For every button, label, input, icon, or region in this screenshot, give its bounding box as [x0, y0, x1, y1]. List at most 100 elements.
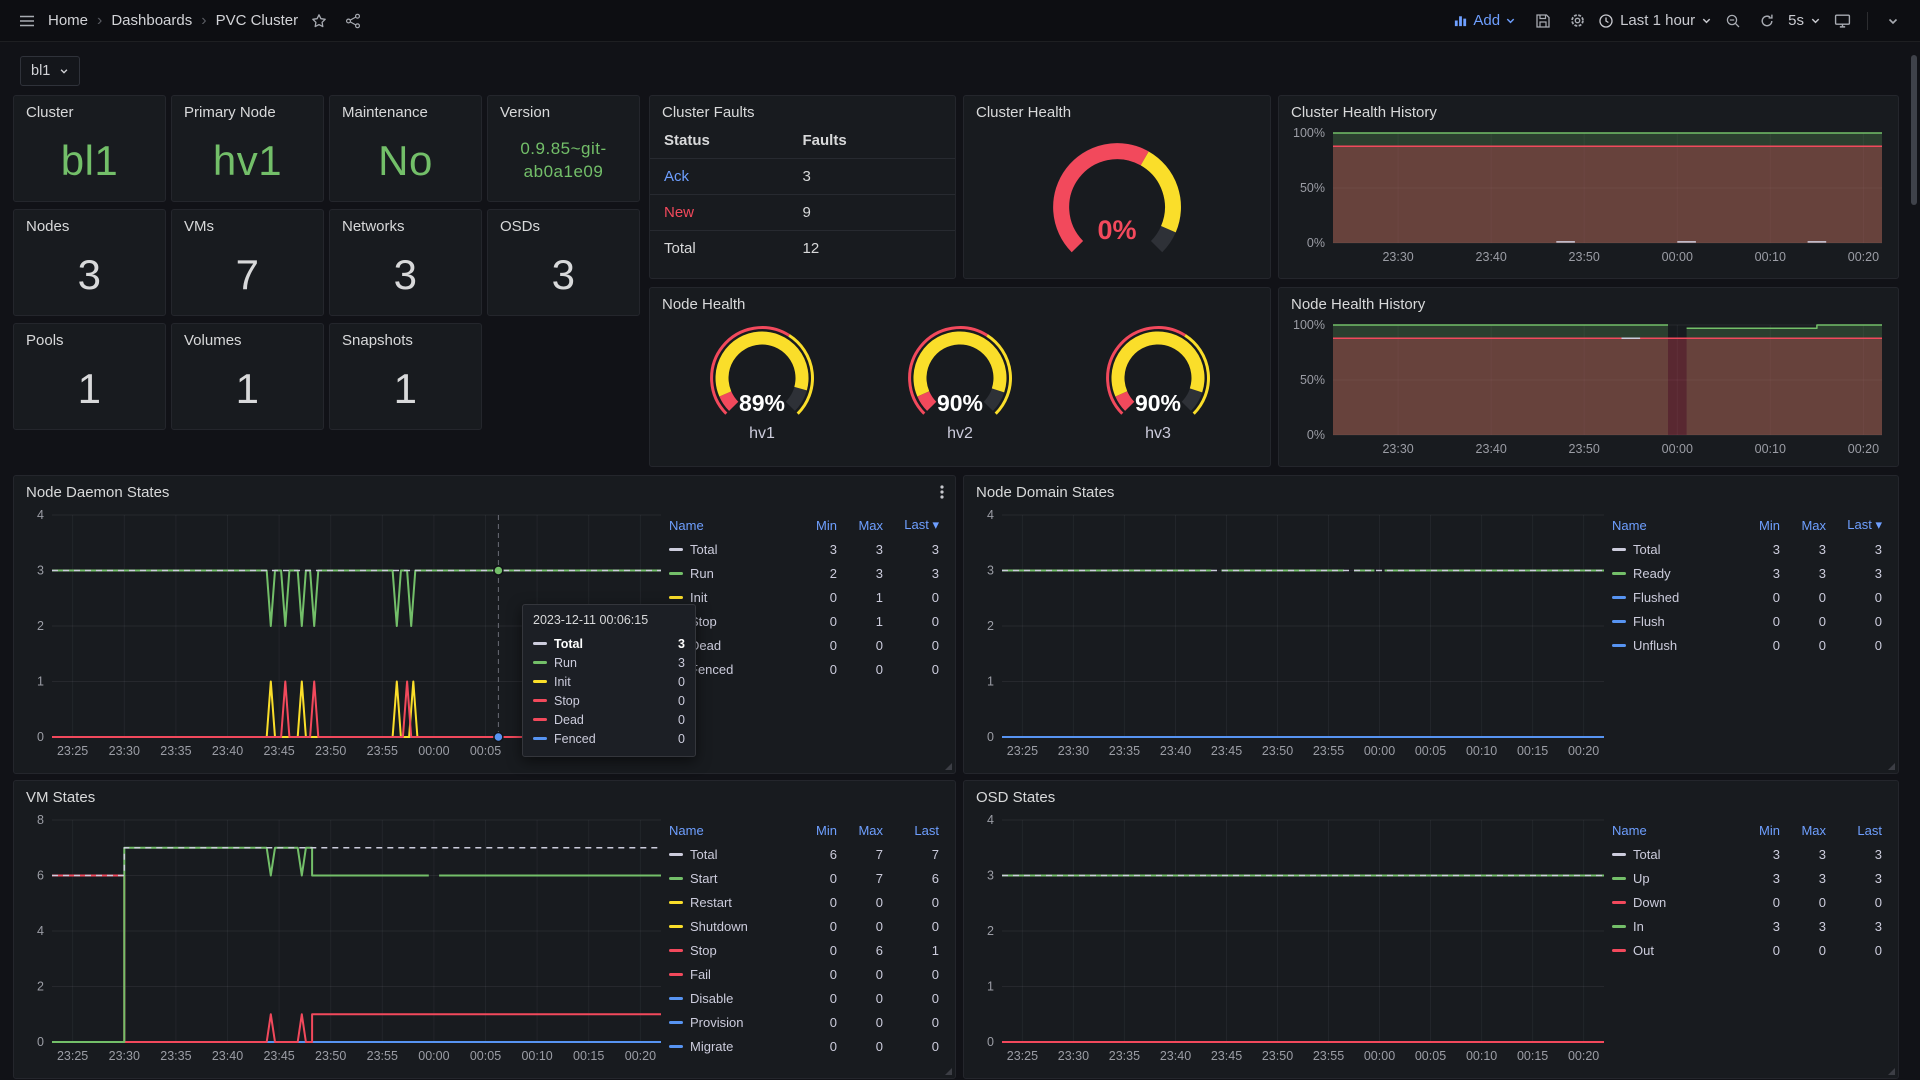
legend-column-header[interactable]: Name	[669, 518, 795, 533]
time-range-picker[interactable]: Last 1 hour	[1598, 12, 1712, 29]
legend-column-header[interactable]: Max	[841, 823, 887, 838]
panel-title[interactable]: OSDs	[488, 210, 639, 237]
series-swatch	[533, 737, 547, 740]
panel-title[interactable]: Node Daemon States	[14, 476, 955, 503]
legend-row[interactable]: Fail000	[669, 962, 943, 986]
cluster-health-history-chart[interactable]: 0%50%100%23:3023:4023:5000:0000:1000:20	[1287, 123, 1890, 269]
svg-text:8: 8	[37, 813, 44, 827]
legend-column-header[interactable]: Min	[795, 518, 841, 533]
chevron-down-icon	[1701, 15, 1712, 26]
legend-column-header[interactable]: Max	[841, 518, 887, 533]
osd-states-chart[interactable]: 0123423:2523:3023:3523:4023:4523:5023:55…	[970, 810, 1612, 1068]
legend-row[interactable]: Total677	[669, 842, 943, 866]
legend-row[interactable]: Unflush000	[1612, 633, 1886, 657]
nav-divider	[1867, 12, 1868, 30]
legend-column-header[interactable]: Min	[1738, 823, 1784, 838]
legend-row[interactable]: Flushed000	[1612, 585, 1886, 609]
panel-title[interactable]: Cluster	[14, 96, 165, 123]
panel-menu-icon[interactable]	[935, 484, 949, 500]
panel-title[interactable]: Maintenance	[330, 96, 481, 123]
panel-title[interactable]: Volumes	[172, 324, 323, 351]
menu-icon[interactable]	[14, 8, 40, 34]
panel-title[interactable]: Cluster Health	[964, 96, 1270, 123]
save-dashboard-icon[interactable]	[1530, 8, 1556, 34]
svg-text:00:20: 00:20	[625, 1049, 656, 1063]
panel-title[interactable]: Node Health	[650, 288, 1270, 315]
legend-row[interactable]: Flush000	[1612, 609, 1886, 633]
panel-title[interactable]: Networks	[330, 210, 481, 237]
panel-title[interactable]: VM States	[14, 781, 955, 808]
legend-header: NameMinMaxLast	[669, 818, 943, 842]
panel-title[interactable]: Version	[488, 96, 639, 123]
legend-column-header[interactable]: Last	[887, 823, 943, 838]
tv-kiosk-icon[interactable]	[1829, 8, 1855, 34]
legend-column-header[interactable]: Name	[1612, 518, 1738, 533]
svg-text:23:40: 23:40	[1160, 1049, 1191, 1063]
svg-text:23:40: 23:40	[1476, 442, 1507, 456]
svg-text:23:55: 23:55	[1313, 1049, 1344, 1063]
panel-title[interactable]: Snapshots	[330, 324, 481, 351]
gauge-label: hv1	[676, 425, 848, 443]
panel-title[interactable]: Cluster Health History	[1279, 96, 1898, 123]
legend-row[interactable]: Down000	[1612, 890, 1886, 914]
legend-row[interactable]: Init010	[669, 585, 943, 609]
legend-row[interactable]: Total333	[1612, 842, 1886, 866]
legend-column-header[interactable]: Min	[795, 823, 841, 838]
legend-row[interactable]: Disable000	[669, 986, 943, 1010]
share-icon[interactable]	[340, 8, 366, 34]
legend-column-header[interactable]: Min	[1738, 518, 1784, 533]
refresh-interval-dropdown[interactable]: 5s	[1788, 12, 1821, 29]
legend-column-header[interactable]: Name	[669, 823, 795, 838]
breadcrumb-home[interactable]: Home	[48, 12, 88, 29]
vm-states-chart[interactable]: 0246823:2523:3023:3523:4023:4523:5023:55…	[20, 810, 669, 1068]
legend-row[interactable]: Dead000	[669, 633, 943, 657]
scrollbar[interactable]	[1911, 55, 1917, 205]
breadcrumb-separator: ›	[97, 12, 102, 30]
gauge-label: hv2	[874, 425, 1046, 443]
legend-column-header[interactable]: Last	[1830, 823, 1886, 838]
legend-row[interactable]: Start076	[669, 866, 943, 890]
star-icon[interactable]	[306, 8, 332, 34]
panel-title[interactable]: Node Domain States	[964, 476, 1898, 503]
stat-value: No	[330, 126, 481, 195]
legend-row[interactable]: Fenced000	[669, 657, 943, 681]
node-domain-states-chart[interactable]: 0123423:2523:3023:3523:4023:4523:5023:55…	[970, 505, 1612, 763]
legend-row[interactable]: Stop061	[669, 938, 943, 962]
node-health-history-chart[interactable]: 0%50%100%23:3023:4023:5000:0000:1000:20	[1287, 315, 1890, 461]
panel-title[interactable]: Cluster Faults	[650, 96, 955, 123]
settings-gear-icon[interactable]	[1564, 8, 1590, 34]
svg-text:00:10: 00:10	[1466, 1049, 1497, 1063]
legend-row[interactable]: Restart000	[669, 890, 943, 914]
breadcrumb-dashboards[interactable]: Dashboards	[111, 12, 192, 29]
panel-title[interactable]: VMs	[172, 210, 323, 237]
legend-row[interactable]: Migrate000	[669, 1034, 943, 1058]
legend-column-header[interactable]: Max	[1784, 823, 1830, 838]
legend-column-header[interactable]: Last ▾	[1830, 517, 1886, 533]
legend-row[interactable]: Shutdown000	[669, 914, 943, 938]
collapse-navbar-chevron-icon[interactable]	[1880, 8, 1906, 34]
breadcrumb-current[interactable]: PVC Cluster	[216, 12, 299, 29]
panel-title[interactable]: Pools	[14, 324, 165, 351]
panel-title[interactable]: OSD States	[964, 781, 1898, 808]
legend-row[interactable]: Total333	[669, 537, 943, 561]
tooltip-row: Stop0	[533, 691, 685, 710]
legend-row[interactable]: In333	[1612, 914, 1886, 938]
legend-row[interactable]: Total333	[1612, 537, 1886, 561]
panel-title[interactable]: Nodes	[14, 210, 165, 237]
legend-column-header[interactable]: Max	[1784, 518, 1830, 533]
breadcrumb-separator: ›	[201, 12, 206, 30]
zoom-out-icon[interactable]	[1720, 8, 1746, 34]
panel-title[interactable]: Primary Node	[172, 96, 323, 123]
legend-row[interactable]: Provision000	[669, 1010, 943, 1034]
legend-column-header[interactable]: Last ▾	[887, 517, 943, 533]
legend-row[interactable]: Ready333	[1612, 561, 1886, 585]
add-button[interactable]: Add	[1453, 12, 1516, 29]
template-variable-dropdown[interactable]: bl1	[20, 56, 80, 86]
legend-row[interactable]: Out000	[1612, 938, 1886, 962]
legend-row[interactable]: Run233	[669, 561, 943, 585]
legend-row[interactable]: Stop010	[669, 609, 943, 633]
legend-column-header[interactable]: Name	[1612, 823, 1738, 838]
panel-title[interactable]: Node Health History	[1279, 288, 1898, 315]
legend-row[interactable]: Up333	[1612, 866, 1886, 890]
refresh-icon[interactable]	[1754, 8, 1780, 34]
